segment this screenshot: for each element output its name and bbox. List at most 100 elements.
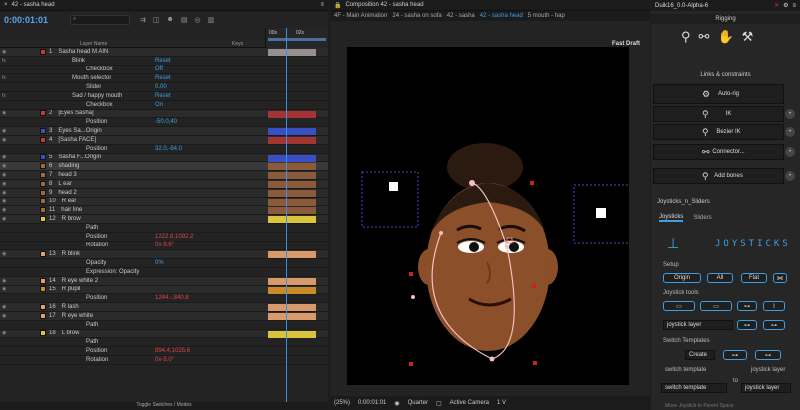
- joystick-layer-select[interactable]: joystick layer: [663, 320, 733, 330]
- layer-duration-bar[interactable]: [268, 304, 316, 312]
- layer-duration-bar[interactable]: [268, 136, 316, 144]
- property-value[interactable]: Reset: [155, 93, 171, 99]
- composition-tab[interactable]: Composition 42 - sasha head: [345, 2, 423, 8]
- toggle-switches-modes[interactable]: Toggle Switches / Modes: [0, 402, 328, 410]
- visibility-icon[interactable]: ◉: [2, 181, 6, 187]
- breadcrumb-item[interactable]: 24 - sasha on sofa: [392, 13, 441, 19]
- property-row[interactable]: Slider 0.00: [0, 83, 328, 92]
- property-value[interactable]: 1244.-.840.8: [155, 295, 189, 301]
- label-color-swatch[interactable]: [40, 128, 46, 135]
- property-value[interactable]: 1222.8,1092.2: [155, 234, 193, 240]
- shape-button[interactable]: ⌇: [763, 301, 785, 311]
- work-area-bar[interactable]: [268, 38, 326, 41]
- options-icon[interactable]: •: [785, 127, 795, 137]
- property-value[interactable]: 32.0,-84.0: [155, 146, 182, 152]
- timecode-display[interactable]: 0:00:01:01: [358, 400, 386, 406]
- link-icon-3[interactable]: ⊶: [723, 350, 747, 360]
- ik-button[interactable]: ⚲ IK: [653, 106, 784, 122]
- timeline-tab[interactable]: 42 - sasha head: [12, 2, 55, 8]
- current-time-indicator[interactable]: [286, 28, 287, 403]
- layer-duration-bar[interactable]: [268, 110, 316, 118]
- label-color-swatch[interactable]: [40, 180, 46, 187]
- layer-duration-bar[interactable]: [268, 128, 316, 136]
- fx-icon[interactable]: fx: [2, 93, 6, 99]
- property-row[interactable]: Position 1222.8,1092.2: [0, 233, 328, 242]
- layer-row[interactable]: ◉ 7 head 3: [0, 171, 328, 180]
- camera-select[interactable]: Active Camera: [450, 400, 489, 406]
- layer-duration-bar[interactable]: [268, 286, 316, 294]
- visibility-icon[interactable]: ◉: [2, 286, 6, 292]
- bone-icon[interactable]: ⚲: [681, 29, 691, 45]
- layer-duration-bar[interactable]: [268, 277, 316, 285]
- property-row[interactable]: Position 1244.-.840.8: [0, 294, 328, 304]
- comp-mini-flowchart-icon[interactable]: ⇉: [140, 16, 146, 24]
- property-row[interactable]: fx Blink Reset: [0, 57, 328, 66]
- bezier-ik-button[interactable]: ⚲ Bezier IK: [653, 124, 784, 140]
- chain-icon[interactable]: ⚯: [699, 29, 710, 45]
- menu-icon[interactable]: ≡: [792, 3, 796, 9]
- layer-row[interactable]: ◉ 12 R brow: [0, 215, 328, 224]
- flat-button[interactable]: Flat: [741, 273, 767, 283]
- visibility-icon[interactable]: ◉: [2, 137, 6, 143]
- settings-icon[interactable]: ⚙: [783, 2, 788, 9]
- property-row[interactable]: fx Sad / happy mouth Reset: [0, 92, 328, 101]
- layer-name-header[interactable]: Layer Name: [80, 41, 107, 47]
- property-row[interactable]: Path: [0, 338, 328, 348]
- visibility-icon[interactable]: ◉: [2, 110, 6, 116]
- layer-row[interactable]: ◉ 14 R eye white 2: [0, 276, 328, 286]
- layer-row[interactable]: ◉ 13 R blink: [0, 250, 328, 260]
- add-bones-button[interactable]: ⚲ Add bones: [653, 168, 784, 184]
- joystick-layer-select-2[interactable]: joystick layer: [741, 383, 791, 393]
- property-row[interactable]: Rotation 0x-5.0°: [0, 356, 328, 365]
- property-row[interactable]: Checkbox On: [0, 101, 328, 110]
- visibility-icon[interactable]: ◉: [2, 251, 6, 257]
- visibility-icon[interactable]: ◉: [2, 49, 6, 55]
- zoom-select[interactable]: (25%): [334, 400, 350, 406]
- layer-row[interactable]: ◉ 5 Sasha F...Origin: [0, 153, 328, 163]
- tools-icon[interactable]: ⚒: [742, 29, 754, 45]
- tab-sliders[interactable]: Sliders: [693, 215, 711, 221]
- property-value[interactable]: 894.4,1025.6: [155, 348, 190, 354]
- property-row[interactable]: Position -50.0,40: [0, 118, 328, 128]
- property-row[interactable]: Opacity 0%: [0, 259, 328, 268]
- visibility-icon[interactable]: ◉: [2, 198, 6, 204]
- visibility-icon[interactable]: ◉: [2, 190, 6, 196]
- layer-row[interactable]: ◉ 8 L ear: [0, 179, 328, 189]
- draft-3d-icon[interactable]: ◫: [153, 16, 160, 24]
- options-icon[interactable]: •: [785, 171, 795, 181]
- origin-button[interactable]: Origin: [663, 273, 701, 283]
- label-color-swatch[interactable]: [40, 251, 46, 258]
- layer-row[interactable]: ◉ 17 R eye white: [0, 311, 328, 321]
- label-color-swatch[interactable]: [40, 136, 46, 143]
- visibility-icon[interactable]: ◉: [2, 330, 6, 336]
- layer-row[interactable]: ◉ 15 R pupil: [0, 285, 328, 295]
- layer-row[interactable]: ◉ 9 head 2: [0, 188, 328, 198]
- property-value[interactable]: 0%: [155, 260, 164, 266]
- motion-blur-icon[interactable]: ◎: [195, 16, 201, 24]
- layer-duration-bar[interactable]: [268, 216, 316, 224]
- visibility-icon[interactable]: ◉: [2, 304, 6, 310]
- label-color-swatch[interactable]: [40, 277, 46, 284]
- property-row[interactable]: Path: [0, 224, 328, 233]
- layer-row[interactable]: ◉ 2 [Eyes Sasha]: [0, 109, 328, 119]
- visibility-icon[interactable]: ◉: [2, 172, 6, 178]
- layer-row[interactable]: ◉ 10 R ear: [0, 197, 328, 207]
- label-color-swatch[interactable]: [40, 286, 46, 293]
- layer-duration-bar[interactable]: [268, 180, 316, 188]
- link-icon-2[interactable]: ⊶: [763, 320, 785, 330]
- label-color-swatch[interactable]: [40, 110, 46, 117]
- fx-icon[interactable]: fx: [2, 58, 6, 64]
- camera-icon[interactable]: ◉: [394, 400, 399, 407]
- layer-row[interactable]: ◉ 18 L brow: [0, 329, 328, 339]
- layer-duration-bar[interactable]: [268, 251, 316, 259]
- create-button[interactable]: Create: [685, 350, 715, 360]
- property-row[interactable]: Position 894.4,1025.6: [0, 347, 328, 356]
- layer-duration-bar[interactable]: [268, 154, 316, 162]
- search-input[interactable]: ⌕: [70, 15, 130, 25]
- link-icon-1[interactable]: ⊶: [737, 320, 757, 330]
- property-value[interactable]: Reset: [155, 75, 171, 81]
- label-color-swatch[interactable]: [40, 312, 46, 319]
- layer-row[interactable]: ◉ 11 hair line: [0, 206, 328, 216]
- property-value[interactable]: 0x-5.0°: [155, 357, 174, 363]
- tab-joysticks[interactable]: Joysticks: [659, 214, 684, 222]
